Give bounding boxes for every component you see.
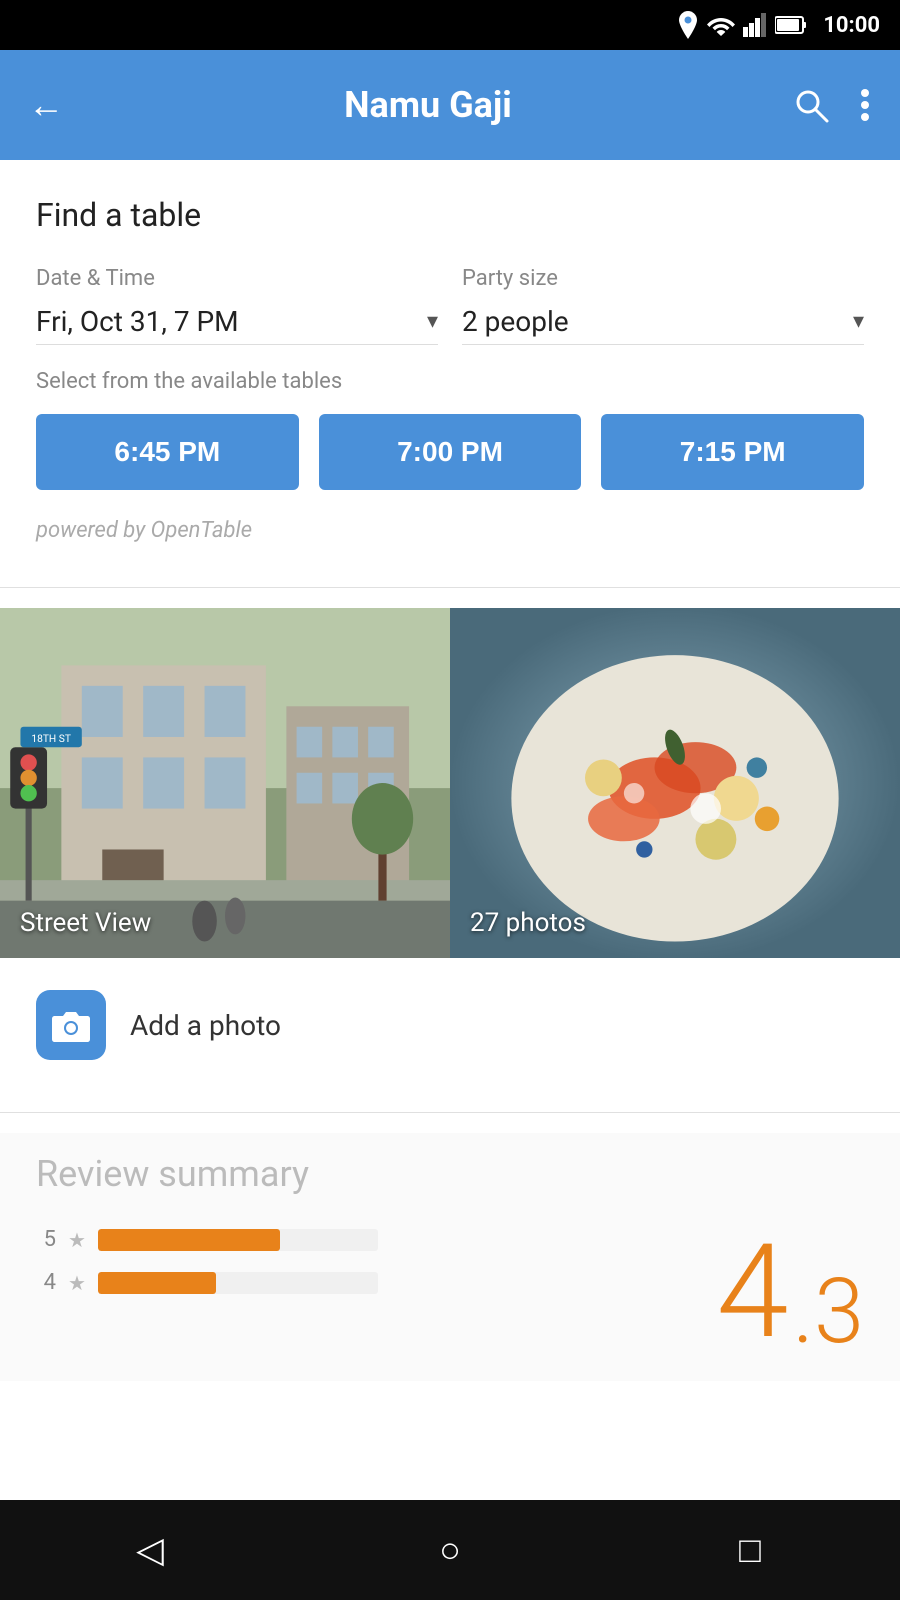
rating-decimal: .3 xyxy=(793,1267,864,1357)
more-icon[interactable] xyxy=(858,86,872,124)
party-size-select[interactable]: 2 people ▾ xyxy=(462,299,864,345)
rating-integer: 4 xyxy=(716,1227,788,1357)
time-slot-715[interactable]: 7:15 PM xyxy=(601,414,864,490)
status-icons: 10:00 xyxy=(677,11,880,39)
rating-bar-fill-5 xyxy=(98,1229,280,1251)
review-summary-section: Review summary 5 ★ 4 ★ xyxy=(0,1133,900,1381)
available-tables-label: Select from the available tables xyxy=(36,369,864,394)
bottom-nav: ◁ ○ □ xyxy=(0,1500,900,1600)
time-slots-row: 6:45 PM 7:00 PM 7:15 PM xyxy=(36,414,864,490)
form-row: Date & Time Fri, Oct 31, 7 PM ▾ Party si… xyxy=(36,266,864,345)
rating-bar-track-4 xyxy=(98,1272,378,1294)
party-size-field[interactable]: Party size 2 people ▾ xyxy=(462,266,864,345)
rating-bars-container: 5 ★ 4 ★ xyxy=(36,1227,676,1295)
svg-text:18TH ST: 18TH ST xyxy=(31,734,71,745)
rating-row-4: 4 ★ xyxy=(36,1270,676,1295)
date-time-select[interactable]: Fri, Oct 31, 7 PM ▾ xyxy=(36,299,438,345)
food-photo-image xyxy=(450,608,900,958)
review-summary-title: Review summary xyxy=(36,1153,864,1195)
app-bar: ← Namu Gaji xyxy=(0,50,900,160)
big-rating: 4 .3 xyxy=(716,1227,864,1357)
rating-bar-fill-4 xyxy=(98,1272,216,1294)
camera-svg xyxy=(51,1008,91,1042)
date-time-dropdown-arrow: ▾ xyxy=(427,309,438,334)
page-title: Namu Gaji xyxy=(84,84,772,126)
date-time-field[interactable]: Date & Time Fri, Oct 31, 7 PM ▾ xyxy=(36,266,438,345)
status-bar: 10:00 xyxy=(0,0,900,50)
search-icon[interactable] xyxy=(792,86,830,124)
wifi-icon xyxy=(707,14,735,36)
nav-recent-button[interactable]: □ xyxy=(710,1520,790,1580)
nav-back-button[interactable]: ◁ xyxy=(110,1520,190,1580)
find-table-section: Find a table Date & Time Fri, Oct 31, 7 … xyxy=(0,160,900,567)
opentable-credit: powered by OpenTable xyxy=(36,518,864,543)
rating-num-4: 4 xyxy=(36,1270,56,1295)
street-view-item[interactable]: 18TH ST Street View xyxy=(0,608,450,958)
app-bar-actions xyxy=(792,86,872,124)
review-content-row: 5 ★ 4 ★ 4 .3 xyxy=(36,1227,864,1381)
food-photo-item[interactable]: 27 photos xyxy=(450,608,900,958)
add-photo-label: Add a photo xyxy=(130,1009,281,1042)
party-size-label: Party size xyxy=(462,266,864,291)
find-table-title: Find a table xyxy=(36,196,864,234)
divider-1 xyxy=(0,587,900,588)
back-button[interactable]: ← xyxy=(28,84,64,126)
rating-row-5: 5 ★ xyxy=(36,1227,676,1252)
photos-count-label: 27 photos xyxy=(470,908,586,938)
street-view-image: 18TH ST xyxy=(0,608,450,958)
rating-bar-track-5 xyxy=(98,1229,378,1251)
status-time: 10:00 xyxy=(823,13,880,38)
street-view-label: Street View xyxy=(20,908,151,938)
photos-row: 18TH ST Street View xyxy=(0,608,900,958)
time-slot-700[interactable]: 7:00 PM xyxy=(319,414,582,490)
party-size-dropdown-arrow: ▾ xyxy=(853,309,864,334)
date-time-value: Fri, Oct 31, 7 PM xyxy=(36,305,239,338)
main-content: Find a table Date & Time Fri, Oct 31, 7 … xyxy=(0,160,900,1381)
time-slot-645[interactable]: 6:45 PM xyxy=(36,414,299,490)
date-time-label: Date & Time xyxy=(36,266,438,291)
rating-num-5: 5 xyxy=(36,1227,56,1252)
battery-icon xyxy=(775,15,807,35)
nav-home-button[interactable]: ○ xyxy=(410,1520,490,1580)
rating-star-5: ★ xyxy=(68,1228,86,1252)
divider-2 xyxy=(0,1112,900,1113)
add-photo-row[interactable]: Add a photo xyxy=(0,958,900,1092)
signal-icon xyxy=(743,13,767,37)
rating-star-4: ★ xyxy=(68,1271,86,1295)
party-size-value: 2 people xyxy=(462,305,569,338)
camera-icon xyxy=(36,990,106,1060)
location-icon xyxy=(677,11,699,39)
